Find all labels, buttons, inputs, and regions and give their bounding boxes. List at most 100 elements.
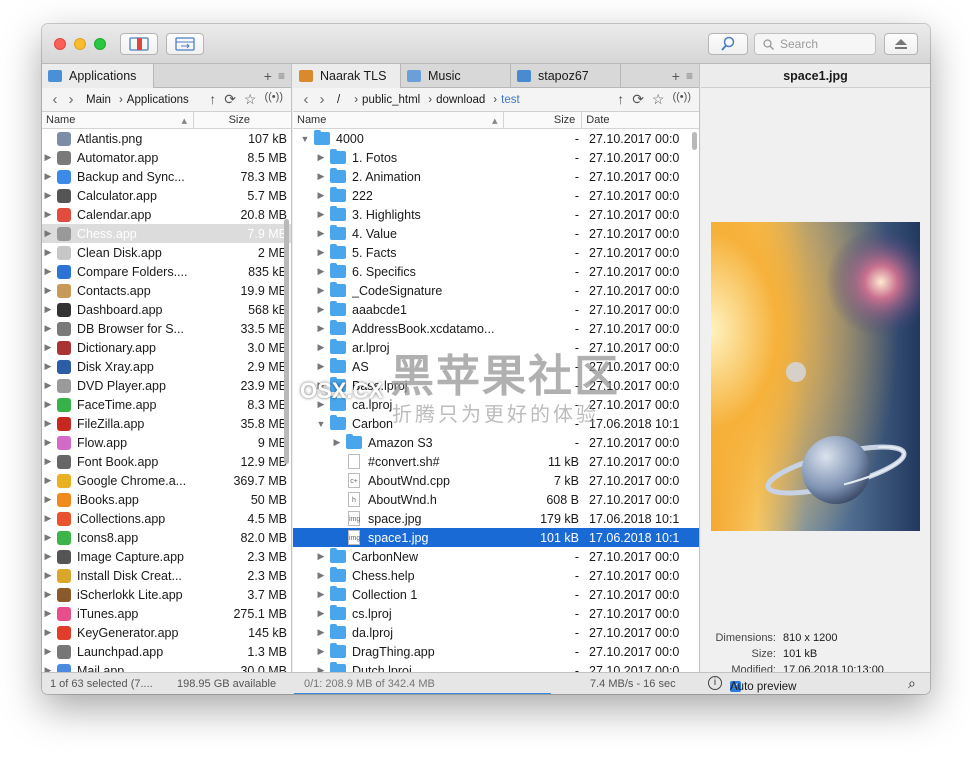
- list-item[interactable]: ▶ Contacts.app 19.9 MB: [42, 281, 291, 300]
- table-row[interactable]: ▶ 1. Fotos -27.10.2017 00:0: [293, 148, 699, 167]
- list-item[interactable]: ▶ Image Capture.app 2.3 MB: [42, 547, 291, 566]
- refresh-icon[interactable]: ⟳: [632, 91, 644, 108]
- disclosure-triangle-icon[interactable]: ▶: [42, 418, 54, 429]
- disclosure-triangle-icon[interactable]: ▶: [315, 380, 327, 391]
- list-item[interactable]: ▶ KeyGenerator.app 145 kB: [42, 623, 291, 642]
- table-row[interactable]: img space1.jpg 101 kB 17.06.2018 10:1: [293, 528, 699, 547]
- list-item[interactable]: ▶ FaceTime.app 8.3 MB: [42, 395, 291, 414]
- search-icon[interactable]: ⌕: [908, 675, 916, 692]
- list-item[interactable]: ▶ Dictionary.app 3.0 MB: [42, 338, 291, 357]
- disclosure-triangle-icon[interactable]: ▶: [315, 589, 327, 600]
- disclosure-triangle-icon[interactable]: ▶: [42, 380, 54, 391]
- list-item[interactable]: ▶ iCollections.app 4.5 MB: [42, 509, 291, 528]
- disclosure-triangle-icon[interactable]: ▶: [315, 228, 327, 239]
- disclosure-triangle-icon[interactable]: ▶: [315, 152, 327, 163]
- info-icon[interactable]: i: [708, 676, 722, 690]
- disclosure-triangle-icon[interactable]: ▶: [42, 456, 54, 467]
- table-row[interactable]: h AboutWnd.h 608 B 27.10.2017 00:0: [293, 490, 699, 509]
- breadcrumb-test[interactable]: test: [493, 94, 520, 106]
- dual-pane-button[interactable]: [166, 33, 204, 55]
- disclosure-triangle-icon[interactable]: ▶: [42, 608, 54, 619]
- disclosure-triangle-icon[interactable]: ▶: [42, 190, 54, 201]
- middle-scrollbar[interactable]: [692, 132, 697, 150]
- tab-naarak-tls[interactable]: Naarak TLS: [293, 64, 401, 88]
- tab-applications[interactable]: Applications: [42, 64, 154, 88]
- disclosure-triangle-icon[interactable]: ▶: [42, 627, 54, 638]
- disclosure-triangle-icon[interactable]: ▶: [42, 437, 54, 448]
- table-row[interactable]: ▶ Base.lproj -27.10.2017 00:0: [293, 376, 699, 395]
- disclosure-triangle-icon[interactable]: ▶: [42, 285, 54, 296]
- table-row[interactable]: ▶ CarbonNew -27.10.2017 00:0: [293, 547, 699, 566]
- list-item[interactable]: Atlantis.png 107 kB: [42, 129, 291, 148]
- list-item[interactable]: ▶ Dashboard.app 568 kB: [42, 300, 291, 319]
- list-item[interactable]: ▶ Clean Disk.app 2 MB: [42, 243, 291, 262]
- search-field[interactable]: Search: [754, 33, 876, 55]
- left-scrollbar[interactable]: [284, 219, 289, 464]
- table-row[interactable]: ▼ 4000 -27.10.2017 00:0: [293, 129, 699, 148]
- disclosure-triangle-icon[interactable]: ▶: [42, 551, 54, 562]
- back-icon[interactable]: ‹: [48, 91, 62, 108]
- table-row[interactable]: img space.jpg 179 kB 17.06.2018 10:1: [293, 509, 699, 528]
- disclosure-triangle-icon[interactable]: ▶: [42, 361, 54, 372]
- disclosure-triangle-icon[interactable]: ▶: [42, 475, 54, 486]
- breadcrumb-applications[interactable]: Applications: [119, 94, 189, 106]
- disclosure-triangle-icon[interactable]: ▶: [315, 399, 327, 410]
- disclosure-triangle-icon[interactable]: ▼: [315, 419, 327, 429]
- table-row[interactable]: ▶ 4. Value -27.10.2017 00:0: [293, 224, 699, 243]
- close-window-button[interactable]: [54, 38, 66, 50]
- disclosure-triangle-icon[interactable]: ▶: [42, 494, 54, 505]
- eject-button[interactable]: [884, 33, 918, 55]
- disclosure-triangle-icon[interactable]: ▶: [315, 323, 327, 334]
- back-icon[interactable]: ‹: [299, 91, 313, 108]
- table-row[interactable]: #convert.sh# 11 kB 27.10.2017 00:0: [293, 452, 699, 471]
- disclosure-triangle-icon[interactable]: ▶: [42, 228, 54, 239]
- disclosure-triangle-icon[interactable]: ▶: [315, 608, 327, 619]
- forward-icon[interactable]: ›: [315, 91, 329, 108]
- list-item[interactable]: ▶ Google Chrome.a... 369.7 MB: [42, 471, 291, 490]
- disclosure-triangle-icon[interactable]: ▶: [42, 323, 54, 334]
- disclosure-triangle-icon[interactable]: ▶: [331, 437, 343, 448]
- disclosure-triangle-icon[interactable]: ▶: [315, 646, 327, 657]
- name-column-header[interactable]: Name ▴: [42, 112, 194, 128]
- table-row[interactable]: ▶ Collection 1 -27.10.2017 00:0: [293, 585, 699, 604]
- disclosure-triangle-icon[interactable]: ▶: [315, 209, 327, 220]
- table-row[interactable]: ▶ ar.lproj -27.10.2017 00:0: [293, 338, 699, 357]
- list-item[interactable]: ▶ Icons8.app 82.0 MB: [42, 528, 291, 547]
- table-row[interactable]: ▶ 3. Highlights -27.10.2017 00:0: [293, 205, 699, 224]
- disclosure-triangle-icon[interactable]: ▶: [315, 171, 327, 182]
- disclosure-triangle-icon[interactable]: ▼: [299, 134, 311, 144]
- list-item[interactable]: ▶ Backup and Sync... 78.3 MB: [42, 167, 291, 186]
- table-row[interactable]: ▶ Chess.help -27.10.2017 00:0: [293, 566, 699, 585]
- minimize-window-button[interactable]: [74, 38, 86, 50]
- breadcrumb-main[interactable]: Main: [86, 94, 111, 106]
- broadcast-icon[interactable]: ((•)): [264, 91, 283, 108]
- disclosure-triangle-icon[interactable]: ▶: [42, 247, 54, 258]
- list-item[interactable]: ▶ Disk Xray.app 2.9 MB: [42, 357, 291, 376]
- table-row[interactable]: ▶ 5. Facts -27.10.2017 00:0: [293, 243, 699, 262]
- zoom-window-button[interactable]: [94, 38, 106, 50]
- table-row[interactable]: ▶ aaabcde1 -27.10.2017 00:0: [293, 300, 699, 319]
- parent-folder-icon[interactable]: ↑: [209, 91, 216, 108]
- disclosure-triangle-icon[interactable]: ▶: [315, 361, 327, 372]
- add-tab-icon[interactable]: +: [264, 68, 272, 84]
- tab-stapoz67[interactable]: stapoz67: [511, 64, 621, 88]
- add-tab-icon[interactable]: +: [672, 68, 680, 84]
- table-row[interactable]: ▶ ca.lproj -27.10.2017 00:0: [293, 395, 699, 414]
- list-item[interactable]: ▶ Automator.app 8.5 MB: [42, 148, 291, 167]
- date-column-header[interactable]: Date: [582, 112, 699, 128]
- table-row[interactable]: ▶ cs.lproj -27.10.2017 00:0: [293, 604, 699, 623]
- disclosure-triangle-icon[interactable]: ▶: [315, 266, 327, 277]
- disclosure-triangle-icon[interactable]: ▶: [315, 570, 327, 581]
- breadcrumb-download[interactable]: download: [428, 94, 485, 106]
- quick-look-button[interactable]: [708, 33, 748, 55]
- parent-folder-icon[interactable]: ↑: [617, 91, 624, 108]
- list-item[interactable]: ▶ FileZilla.app 35.8 MB: [42, 414, 291, 433]
- disclosure-triangle-icon[interactable]: ▶: [315, 304, 327, 315]
- table-row[interactable]: ▶ 6. Specifics -27.10.2017 00:0: [293, 262, 699, 281]
- list-item[interactable]: ▶ Mail.app 30.0 MB: [42, 661, 291, 672]
- broadcast-icon[interactable]: ((•)): [672, 91, 691, 108]
- disclosure-triangle-icon[interactable]: ▶: [42, 152, 54, 163]
- refresh-icon[interactable]: ⟳: [224, 91, 236, 108]
- disclosure-triangle-icon[interactable]: ▶: [42, 570, 54, 581]
- breadcrumb-public-html[interactable]: public_html: [354, 94, 420, 106]
